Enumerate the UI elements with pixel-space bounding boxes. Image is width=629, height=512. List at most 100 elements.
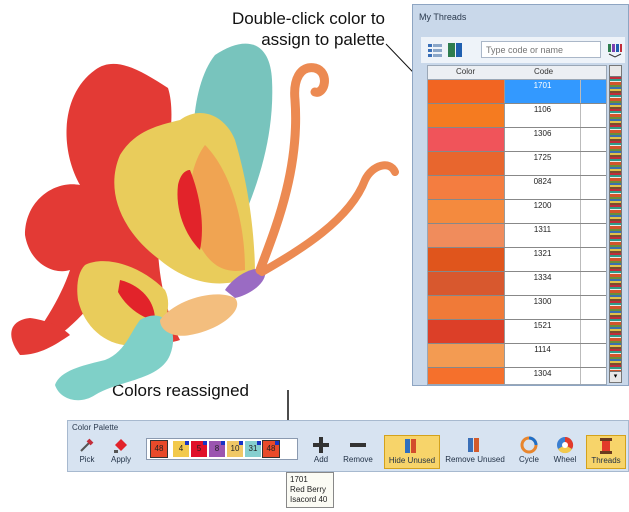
palette-chip[interactable]: 5 xyxy=(191,441,207,457)
thread-swatch[interactable] xyxy=(428,320,504,343)
threads-label: Threads xyxy=(591,456,621,465)
wheel-label: Wheel xyxy=(553,455,577,464)
thread-row[interactable]: 0824 xyxy=(428,176,606,200)
thread-swatch[interactable] xyxy=(428,200,504,223)
thread-extra-cell xyxy=(580,296,606,319)
chip-number: 4 xyxy=(178,444,184,453)
chip-number: 48 xyxy=(266,444,276,453)
threads-button[interactable]: Threads xyxy=(586,435,626,469)
thread-swatch[interactable] xyxy=(428,152,504,175)
thread-swatch[interactable] xyxy=(428,248,504,271)
thread-extra-cell xyxy=(580,224,606,247)
remove-unused-label: Remove Unused xyxy=(445,455,505,464)
thread-code: 1306 xyxy=(504,128,580,151)
thread-color-strip[interactable] xyxy=(609,65,622,383)
thread-extra-cell xyxy=(580,128,606,151)
thread-row[interactable]: 1321 xyxy=(428,248,606,272)
thread-extra-cell xyxy=(580,152,606,175)
thread-row[interactable]: 1304 xyxy=(428,368,606,384)
strip-thumb[interactable] xyxy=(609,65,622,77)
thread-swatch[interactable] xyxy=(428,296,504,319)
thread-extra-cell xyxy=(580,248,606,271)
chip-number: 10 xyxy=(230,444,240,453)
used-marker xyxy=(275,441,279,445)
used-marker xyxy=(239,441,243,445)
thread-row[interactable]: 1725 xyxy=(428,152,606,176)
my-threads-window: My Threads Color Code 170111061306172508… xyxy=(412,4,629,386)
palette-chip[interactable]: 48 xyxy=(262,440,280,458)
swatch-view-icon[interactable] xyxy=(447,42,463,58)
palette-title: Color Palette xyxy=(72,423,119,432)
thread-swatch[interactable] xyxy=(428,272,504,295)
thread-code: 1311 xyxy=(504,224,580,247)
used-marker xyxy=(185,441,189,445)
thread-row[interactable]: 1300 xyxy=(428,296,606,320)
plus-icon xyxy=(313,437,329,453)
thread-extra-cell xyxy=(580,272,606,295)
remove-label: Remove xyxy=(343,455,373,464)
palette-chip[interactable]: 31 xyxy=(245,441,261,457)
hide-unused-button[interactable]: Hide Unused xyxy=(384,435,440,469)
apply-label: Apply xyxy=(110,455,131,464)
thread-row[interactable]: 1306 xyxy=(428,128,606,152)
color-palette-toolbar: Color Palette Pick Apply 48 4 5 8 10 31 48 Add… xyxy=(67,420,629,472)
column-color[interactable]: Color xyxy=(456,67,475,76)
remove-button[interactable]: Remove xyxy=(340,435,376,464)
add-label: Add xyxy=(313,455,329,464)
thread-code: 1334 xyxy=(504,272,580,295)
thread-swatch[interactable] xyxy=(428,176,504,199)
wheel-button[interactable]: Wheel xyxy=(550,435,580,464)
scroll-down-icon[interactable]: ▾ xyxy=(609,371,622,383)
color-tooltip: 1701 Red Berry Isacord 40 xyxy=(286,472,334,508)
add-button[interactable]: Add xyxy=(308,435,334,464)
list-view-icon[interactable] xyxy=(427,42,443,58)
thread-row[interactable]: 1114 xyxy=(428,344,606,368)
pick-button[interactable]: Pick xyxy=(74,435,100,464)
thread-code: 1106 xyxy=(504,104,580,127)
thread-code: 1114 xyxy=(504,344,580,367)
thread-extra-cell xyxy=(580,320,606,343)
color-wheel-icon xyxy=(557,436,574,454)
thread-extra-cell xyxy=(580,80,606,103)
thread-swatch[interactable] xyxy=(428,80,504,103)
thread-row[interactable]: 1521 xyxy=(428,320,606,344)
thread-row[interactable]: 1311 xyxy=(428,224,606,248)
palette-chip[interactable]: 10 xyxy=(227,441,243,457)
cycle-icon xyxy=(520,436,538,454)
thread-extra-cell xyxy=(580,176,606,199)
thread-search-input[interactable] xyxy=(481,41,601,58)
used-marker xyxy=(221,441,225,445)
palette-swatches: 48 4 5 8 10 31 48 xyxy=(146,438,298,460)
thread-row[interactable]: 1334 xyxy=(428,272,606,296)
thread-swatch[interactable] xyxy=(428,368,504,384)
cycle-button[interactable]: Cycle xyxy=(514,435,544,464)
thread-row[interactable]: 1200 xyxy=(428,200,606,224)
remove-unused-button[interactable]: Remove Unused xyxy=(444,435,506,464)
thread-swatch[interactable] xyxy=(428,224,504,247)
threads-toolbar xyxy=(421,37,625,63)
palette-chip[interactable]: 4 xyxy=(173,441,189,457)
hide-unused-label: Hide Unused xyxy=(388,456,436,465)
thread-extra-cell xyxy=(580,344,606,367)
thread-swatch[interactable] xyxy=(428,344,504,367)
paint-bucket-icon xyxy=(114,439,127,453)
thread-chart-icon[interactable] xyxy=(607,42,623,58)
thread-code: 1304 xyxy=(504,368,580,384)
thread-swatch[interactable] xyxy=(428,104,504,127)
threads-grid: Color Code 1701 1106 1306 1725 0824 1200 1311 1… xyxy=(427,65,607,385)
palette-chip[interactable]: 8 xyxy=(209,441,225,457)
apply-button[interactable]: Apply xyxy=(106,435,136,464)
thread-swatch[interactable] xyxy=(428,128,504,151)
thread-extra-cell xyxy=(580,200,606,223)
chip-number: 8 xyxy=(214,444,220,453)
remove-unused-icon xyxy=(468,438,479,452)
palette-chip[interactable]: 48 xyxy=(150,440,168,458)
thread-row[interactable]: 1106 xyxy=(428,104,606,128)
column-code[interactable]: Code xyxy=(534,67,553,76)
tooltip-code: 1701 xyxy=(290,475,308,484)
thread-code: 0824 xyxy=(504,176,580,199)
minus-icon xyxy=(350,443,366,447)
thread-row[interactable]: 1701 xyxy=(428,80,606,104)
eyedropper-icon xyxy=(80,438,94,452)
used-marker xyxy=(203,441,207,445)
